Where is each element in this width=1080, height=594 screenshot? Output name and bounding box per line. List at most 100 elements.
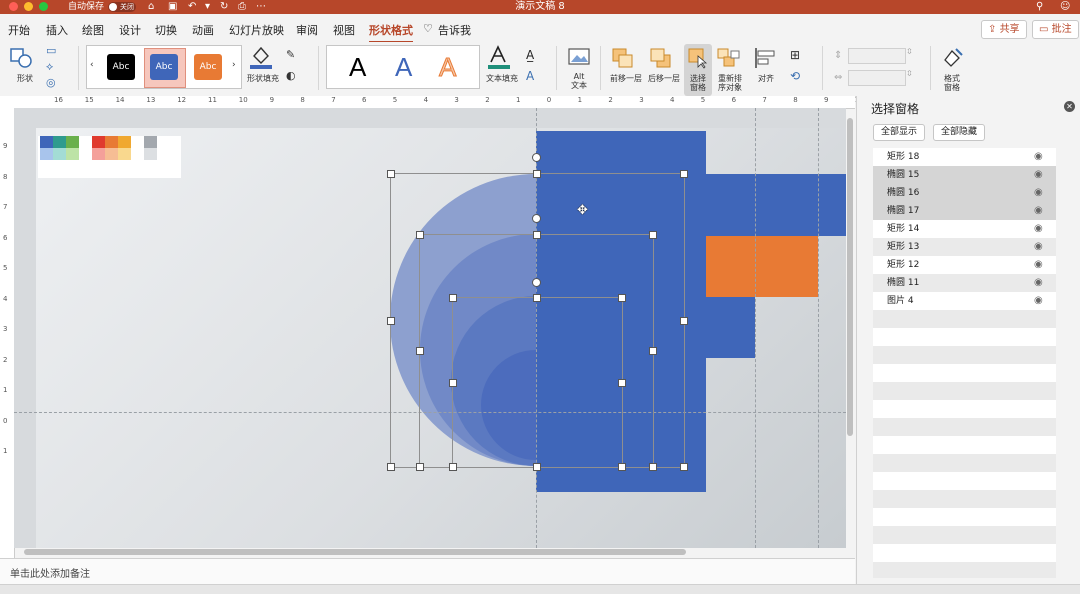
style-sample-black[interactable]: Abc (107, 54, 135, 80)
selection-pane-label-2: 窗格 (690, 83, 706, 92)
resize-handle[interactable] (649, 463, 657, 471)
group-objects-icon[interactable]: ⊞ (790, 48, 800, 62)
resize-handle[interactable] (680, 317, 688, 325)
resize-handle[interactable] (533, 294, 541, 302)
resize-handle[interactable] (649, 347, 657, 355)
ruler-tick-label: 4 (670, 96, 675, 104)
resize-handle[interactable] (449, 294, 457, 302)
vertical-guide[interactable] (755, 108, 756, 548)
selection-list-item[interactable]: 椭圆 16 ◉ (873, 184, 1056, 202)
merge-shapes-icon[interactable]: ◎ (46, 76, 56, 89)
resize-handle[interactable] (680, 463, 688, 471)
visibility-eye-icon[interactable]: ◉ (1034, 292, 1043, 310)
tab-shape-format[interactable]: 形状格式 (369, 22, 413, 43)
ruler-tick-label: 2 (608, 96, 613, 104)
visibility-eye-icon[interactable]: ◉ (1034, 256, 1043, 274)
selection-list-item[interactable]: 矩形 13 ◉ (873, 238, 1056, 256)
resize-handle[interactable] (387, 317, 395, 325)
shape-height-field[interactable] (848, 48, 906, 64)
visibility-eye-icon[interactable]: ◉ (1034, 220, 1043, 238)
rotate-handle[interactable] (532, 153, 541, 162)
tab-draw[interactable]: 绘图 (82, 22, 104, 38)
tab-transitions[interactable]: 切换 (155, 22, 177, 38)
resize-handle[interactable] (618, 294, 626, 302)
selection-list-item[interactable]: 图片 4 ◉ (873, 292, 1056, 310)
resize-handle[interactable] (680, 170, 688, 178)
wordart-sample-orange[interactable]: A (438, 52, 456, 83)
tell-me-search[interactable]: 告诉我 (438, 22, 471, 38)
selection-list-item[interactable]: 椭圆 17 ◉ (873, 202, 1056, 220)
rotate-icon[interactable]: ⟲ (790, 69, 800, 83)
selection-list-item[interactable]: 矩形 12 ◉ (873, 256, 1056, 274)
gallery-next-icon[interactable]: › (232, 60, 236, 70)
gallery-prev-icon[interactable]: ‹ (90, 60, 94, 70)
style-sample-blue[interactable]: Abc (150, 54, 178, 80)
text-outline-icon[interactable]: A̲ (526, 48, 534, 62)
send-backward-button[interactable] (648, 46, 674, 70)
resize-handle[interactable] (416, 231, 424, 239)
account-icon[interactable]: ☺ (1060, 0, 1070, 14)
edit-shape-icon[interactable]: ⟡ (46, 60, 53, 74)
vertical-scrollbar[interactable] (847, 118, 853, 436)
resize-handle[interactable] (387, 463, 395, 471)
search-icon[interactable]: ⚲ (1036, 0, 1043, 14)
resize-handle[interactable] (449, 463, 457, 471)
shape-fill-button[interactable] (248, 44, 274, 70)
format-pane-button[interactable] (940, 46, 964, 70)
text-effects-icon[interactable]: A (526, 69, 534, 83)
resize-handle[interactable] (618, 463, 626, 471)
style-sample-orange[interactable]: Abc (194, 54, 222, 80)
close-pane-icon[interactable]: ✕ (1064, 101, 1075, 112)
shape-width-field[interactable] (848, 70, 906, 86)
vertical-guide[interactable] (818, 108, 819, 548)
shape-outline-icon[interactable]: ✎ (286, 48, 295, 61)
selection-list-item[interactable]: 矩形 14 ◉ (873, 220, 1056, 238)
wordart-sample-black[interactable]: A (349, 52, 366, 82)
selection-list-item[interactable]: 矩形 18 ◉ (873, 148, 1056, 166)
width-stepper-icon[interactable]: ⇳ (906, 69, 913, 78)
resize-handle[interactable] (533, 231, 541, 239)
text-fill-button[interactable] (486, 44, 512, 70)
visibility-eye-icon[interactable]: ◉ (1034, 238, 1043, 256)
rotate-handle[interactable] (532, 214, 541, 223)
share-button[interactable]: ⇪ 共享 (981, 20, 1027, 39)
height-stepper-icon[interactable]: ⇳ (906, 47, 913, 56)
selection-list-item[interactable]: 椭圆 15 ◉ (873, 166, 1056, 184)
bring-forward-button[interactable] (610, 46, 636, 70)
notes-pane[interactable]: 单击此处添加备注 (0, 558, 855, 585)
tab-animations[interactable]: 动画 (192, 22, 214, 38)
reorder-objects-button[interactable] (716, 46, 742, 70)
comments-button[interactable]: ▭ 批注 (1032, 20, 1079, 39)
resize-handle[interactable] (449, 379, 457, 387)
resize-handle[interactable] (649, 231, 657, 239)
rotate-handle[interactable] (532, 278, 541, 287)
visibility-eye-icon[interactable]: ◉ (1034, 148, 1043, 166)
shape-effects-icon[interactable]: ◐ (286, 69, 296, 82)
visibility-eye-icon[interactable]: ◉ (1034, 166, 1043, 184)
resize-handle[interactable] (416, 347, 424, 355)
resize-handle[interactable] (618, 379, 626, 387)
tab-view[interactable]: 视图 (333, 22, 355, 38)
resize-handle[interactable] (533, 170, 541, 178)
slide-editing-canvas[interactable]: ✥ (14, 108, 846, 548)
text-box-icon[interactable]: ▭ (46, 44, 56, 57)
resize-handle[interactable] (416, 463, 424, 471)
resize-handle[interactable] (387, 170, 395, 178)
shapes-button[interactable] (8, 46, 36, 74)
hide-all-button[interactable]: 全部隐藏 (933, 124, 986, 141)
tab-home[interactable]: 开始 (8, 22, 30, 38)
alt-text-button[interactable] (567, 46, 591, 68)
visibility-eye-icon[interactable]: ◉ (1034, 274, 1043, 292)
horizontal-scrollbar[interactable] (24, 549, 686, 555)
visibility-eye-icon[interactable]: ◉ (1034, 184, 1043, 202)
resize-handle[interactable] (533, 463, 541, 471)
tab-review[interactable]: 审阅 (296, 22, 318, 38)
visibility-eye-icon[interactable]: ◉ (1034, 202, 1043, 220)
show-all-button[interactable]: 全部显示 (873, 124, 926, 141)
align-button[interactable] (753, 46, 779, 70)
selection-list-item[interactable]: 椭圆 11 ◉ (873, 274, 1056, 292)
tab-slideshow[interactable]: 幻灯片放映 (229, 22, 284, 38)
tab-design[interactable]: 设计 (119, 22, 141, 38)
tab-insert[interactable]: 插入 (46, 22, 68, 38)
wordart-sample-blue[interactable]: A (395, 52, 412, 82)
